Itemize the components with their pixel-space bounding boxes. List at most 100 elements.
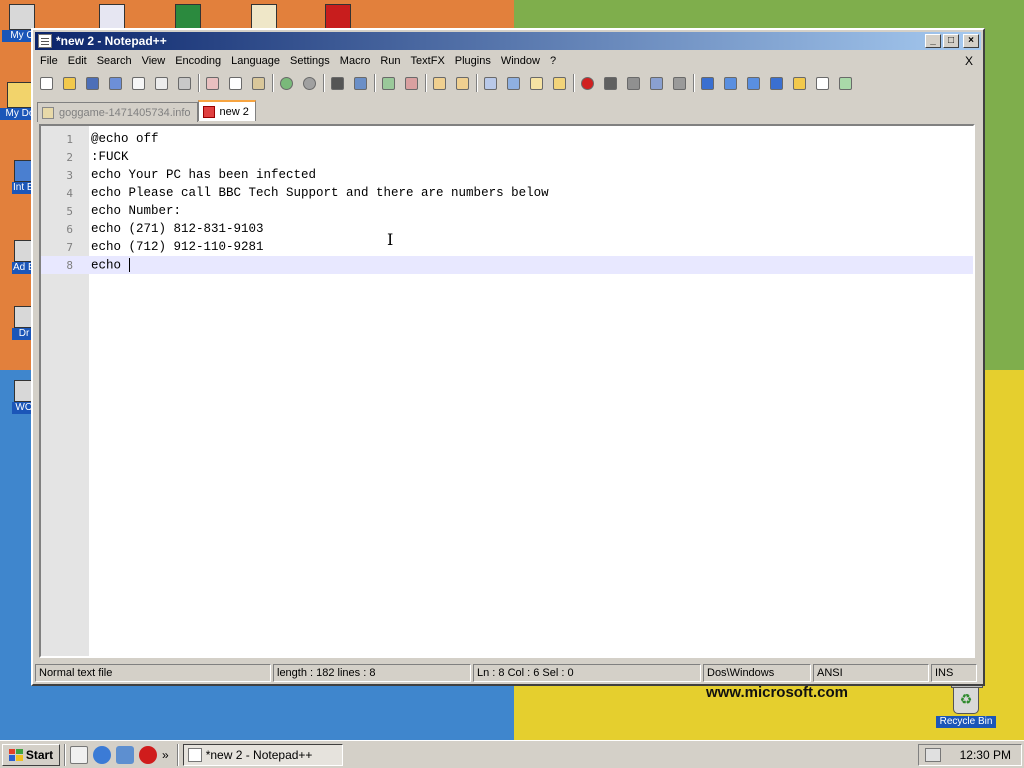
window-icon[interactable] [813,74,831,92]
notepad-icon [38,34,52,48]
menu-edit[interactable]: Edit [63,55,92,67]
close-button[interactable]: × [963,34,979,48]
desktop-icon-recycle-bin[interactable]: Recycle Bin [936,682,996,728]
line-text[interactable]: echo Number: [91,204,181,218]
show-all-chars-icon[interactable] [504,74,522,92]
taskbar-separator [176,743,179,766]
toolbar-separator [323,74,325,92]
new-file-icon[interactable] [37,74,55,92]
menu-help[interactable]: ? [545,55,561,67]
desktop-icon-top-3[interactable] [248,4,280,30]
menu-encoding[interactable]: Encoding [170,55,226,67]
status-encoding[interactable]: ANSI [813,664,929,682]
save-icon[interactable] [83,74,101,92]
microsoft-logo-text: www.microsoft.com [706,684,848,701]
menu-search[interactable]: Search [92,55,137,67]
open-file-icon[interactable] [60,74,78,92]
window-title: *new 2 - Notepad++ [56,34,167,48]
tab-goggame-info[interactable]: goggame-1471405734.info [37,102,198,122]
triangle-up-icon[interactable] [721,74,739,92]
editor-line: 7 echo (712) 912-110-9281 [41,238,973,256]
close-file-icon[interactable] [129,74,147,92]
text-editor[interactable]: 1 @echo off 2 :FUCK 3 echo Your PC has b… [39,124,975,658]
print-icon[interactable] [175,74,193,92]
zoom-out-icon[interactable] [402,74,420,92]
desktop-icon-top-4[interactable] [322,4,354,30]
editor-line: 1 @echo off [41,130,973,148]
menu-textfx[interactable]: TextFX [406,55,450,67]
play-multiple-icon[interactable] [647,74,665,92]
cut-icon[interactable] [203,74,221,92]
windows-flag-icon [8,748,23,761]
network-tray-icon[interactable] [925,748,941,762]
maximize-button[interactable]: □ [943,34,959,48]
copy-icon[interactable] [226,74,244,92]
start-button[interactable]: Start [2,743,60,766]
paste-icon[interactable] [249,74,267,92]
sync-horizontal-icon[interactable] [453,74,471,92]
status-position: Ln : 8 Col : 6 Sel : 0 [473,664,701,682]
stop-macro-icon[interactable] [601,74,619,92]
title-bar[interactable]: *new 2 - Notepad++ _ □ × [35,32,981,50]
line-text[interactable]: echo Please call BBC Tech Support and th… [91,186,549,200]
unsaved-file-icon [202,105,215,118]
redo-icon[interactable] [300,74,318,92]
quicklaunch-overflow-icon[interactable]: » [162,748,169,762]
indent-guide-icon[interactable] [527,74,545,92]
outlook-express-icon[interactable] [116,745,134,764]
line-text-current[interactable]: echo [91,257,130,272]
menu-macro[interactable]: Macro [335,55,376,67]
desktop-icon-top-1[interactable] [96,4,128,30]
user-lang-icon[interactable] [550,74,568,92]
toolbar-separator [476,74,478,92]
textfx-icon-2[interactable] [767,74,785,92]
line-number: 3 [66,168,73,182]
line-text[interactable]: echo Your PC has been infected [91,168,316,182]
desktop-icon-excel[interactable] [172,4,204,30]
save-macro-icon[interactable] [670,74,688,92]
menu-plugins[interactable]: Plugins [450,55,496,67]
find-icon[interactable] [328,74,346,92]
status-eol[interactable]: Dos\Windows [703,664,811,682]
menu-settings[interactable]: Settings [285,55,335,67]
save-all-icon[interactable] [106,74,124,92]
play-macro-icon[interactable] [624,74,642,92]
internet-explorer-icon[interactable] [93,745,111,764]
excel-icon [175,4,201,30]
folder-icon[interactable] [790,74,808,92]
close-all-icon[interactable] [152,74,170,92]
program-icon [99,4,125,30]
line-text[interactable]: :FUCK [91,150,129,164]
notepad-icon [187,747,202,762]
menu-window[interactable]: Window [496,55,545,67]
folder-icon [7,82,33,108]
line-text[interactable]: echo (712) 912-110-9281 [91,240,264,254]
taskbar-button-notepadpp[interactable]: *new 2 - Notepad++ [182,743,343,766]
clock[interactable]: 12:30 PM [960,748,1011,762]
ibeam-cursor-icon: I [387,230,394,249]
replace-icon[interactable] [351,74,369,92]
textfx-icon-1[interactable] [698,74,716,92]
task-label: *new 2 - Notepad++ [205,747,313,762]
opera-icon[interactable] [139,745,157,764]
show-desktop-icon[interactable] [70,745,88,764]
line-text[interactable]: @echo off [91,132,159,146]
spellcheck-icon[interactable] [836,74,854,92]
zoom-in-icon[interactable] [379,74,397,92]
editor-line: 4 echo Please call BBC Tech Support and … [41,184,973,202]
toolbar-separator [374,74,376,92]
menu-file[interactable]: File [35,55,63,67]
triangle-down-icon[interactable] [744,74,762,92]
document-close-button[interactable]: X [965,54,973,68]
menu-run[interactable]: Run [375,55,405,67]
menu-view[interactable]: View [137,55,171,67]
tab-label: new 2 [219,105,249,118]
line-text[interactable]: echo (271) 812-831-9103 [91,222,264,236]
sync-vertical-icon[interactable] [430,74,448,92]
word-wrap-icon[interactable] [481,74,499,92]
tab-new-2[interactable]: new 2 [197,100,256,121]
undo-icon[interactable] [277,74,295,92]
record-macro-icon[interactable] [578,74,596,92]
menu-language[interactable]: Language [226,55,285,67]
minimize-button[interactable]: _ [925,34,941,48]
